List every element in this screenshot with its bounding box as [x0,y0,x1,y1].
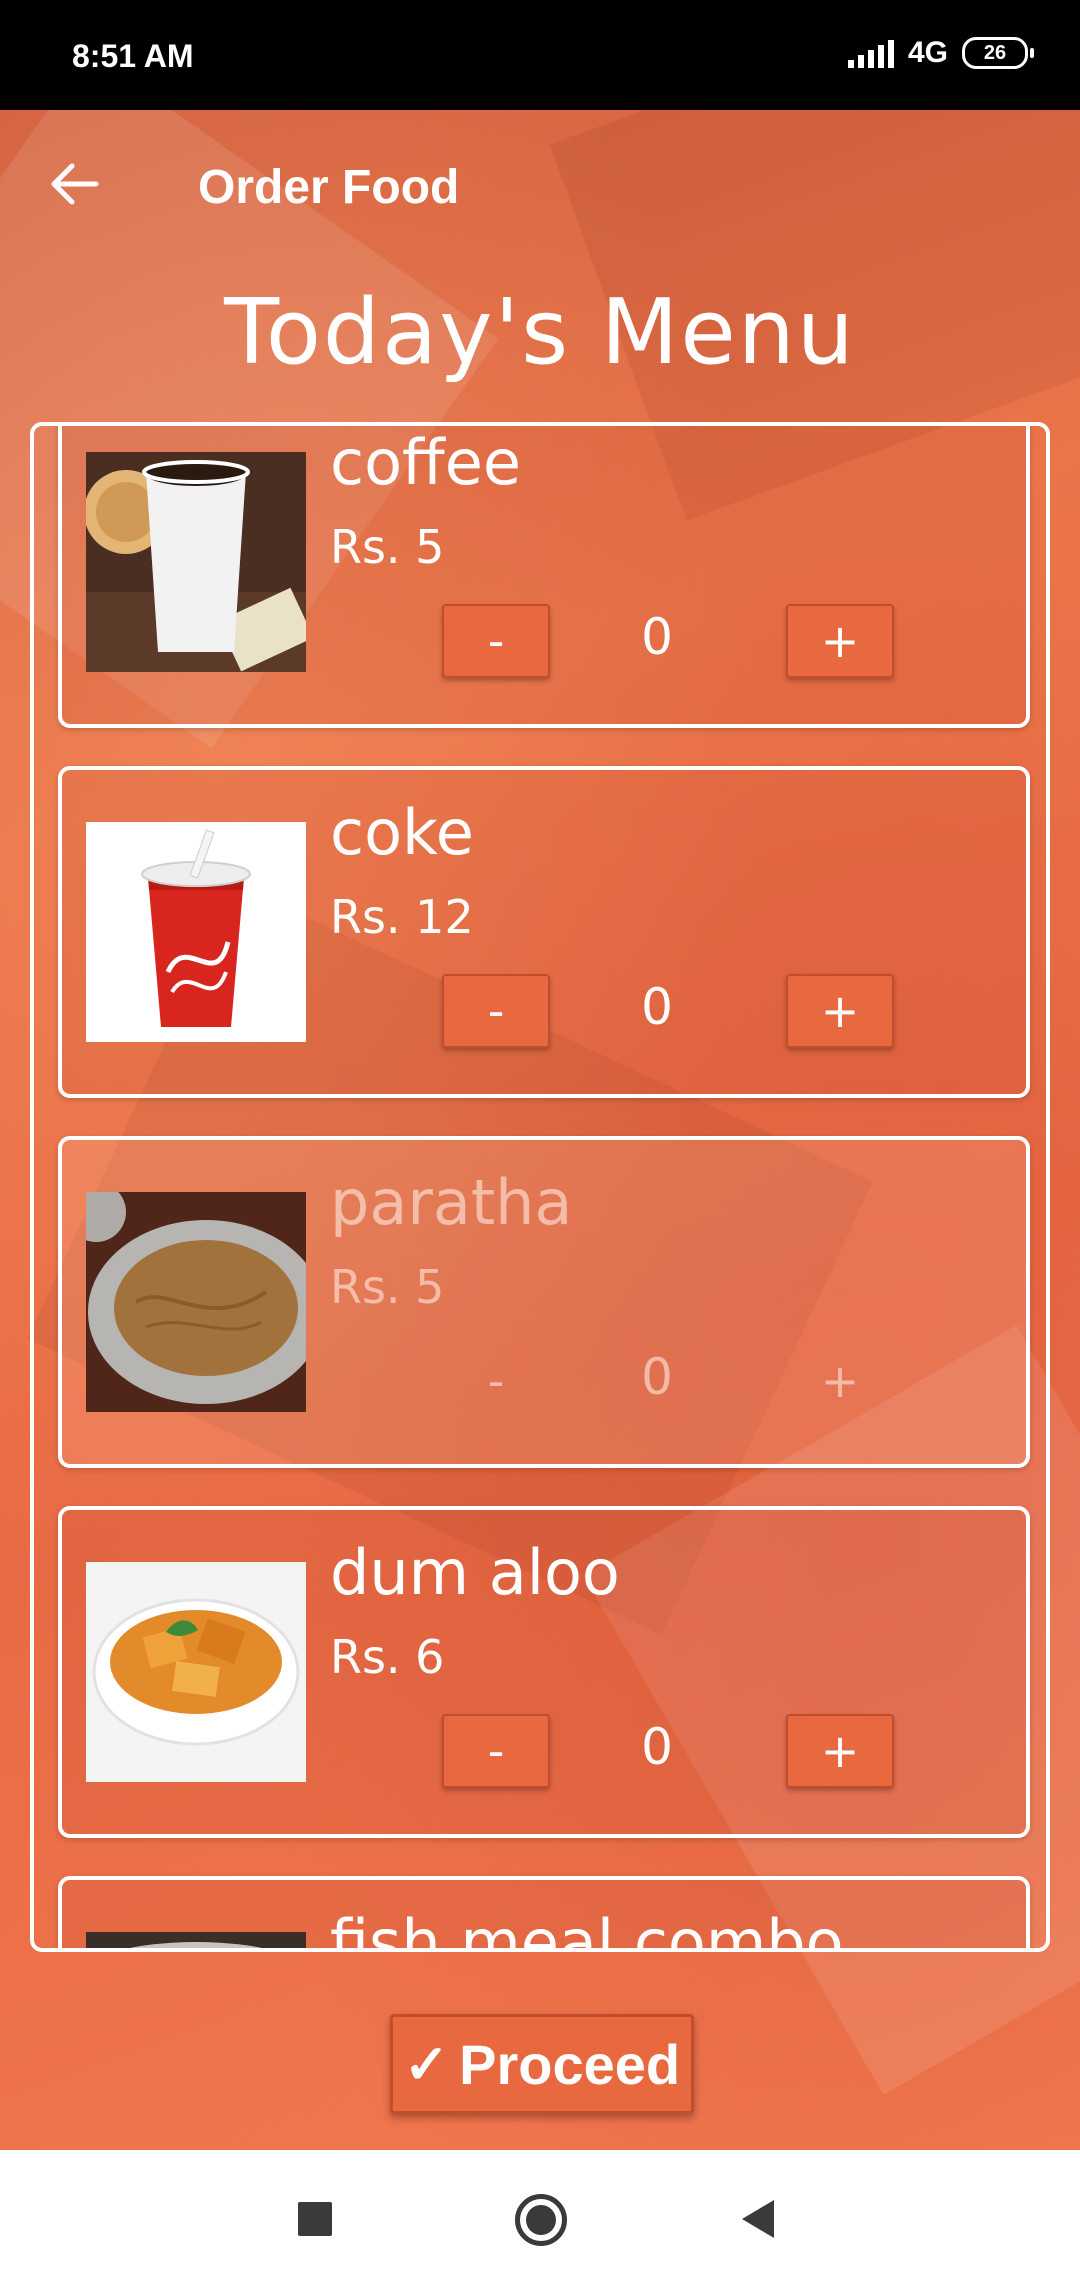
item-name: dum aloo [330,1536,620,1609]
fish-meal-combo-image [86,1932,306,1948]
network-type: 4G [907,36,948,69]
coffee-image [86,452,306,672]
circle-icon[interactable] [515,2194,567,2246]
item-price: Rs. 12 [330,890,474,944]
quantity-value: 0 [641,608,673,666]
decrease-quantity-button[interactable]: - [442,604,550,678]
check-icon: ✓ [403,2034,450,2095]
toolbar: Order Food [0,110,1080,260]
menu-item-coffee: coffee Rs. 5 - 0 + [58,426,1030,728]
signal-icon [847,38,894,68]
quantity-value: 0 [641,1348,673,1406]
decrease-quantity-button[interactable]: - [442,1344,550,1418]
menu-list[interactable]: coffee Rs. 5 - 0 + coke Rs. 12 - 0 + par… [30,422,1050,1952]
triangle-back-icon[interactable] [742,2200,774,2238]
item-price: Rs. 6 [330,1630,445,1684]
increase-quantity-button[interactable]: + [786,604,894,678]
proceed-button[interactable]: ✓ Proceed [390,2014,694,2114]
quantity-value: 0 [641,978,673,1036]
item-name: coffee [330,426,522,499]
dum-aloo-image [86,1562,306,1782]
status-icons: 4G 26 [847,36,1034,70]
quantity-value: 0 [641,1718,673,1776]
page-title: Today's Menu [224,280,856,385]
status-bar: 8:51 AM 4G 26 [0,0,1080,110]
menu-item-dum-aloo: dum aloo Rs. 6 - 0 + [58,1506,1030,1838]
increase-quantity-button[interactable]: + [786,1344,894,1418]
navigation-bar [0,2150,1080,2280]
item-price: Rs. 5 [330,520,445,574]
coke-image [86,822,306,1042]
battery-icon: 26 [962,37,1034,69]
app-content: Order Food Today's Menu coffee Rs. 5 - 0… [0,110,1080,2150]
proceed-label: Proceed [459,2032,681,2096]
item-name: fish meal combo [330,1906,844,1952]
increase-quantity-button[interactable]: + [786,1714,894,1788]
paratha-image [86,1192,306,1412]
menu-item-paratha: paratha Rs. 5 - 0 + [58,1136,1030,1468]
toolbar-title: Order Food [198,161,460,214]
increase-quantity-button[interactable]: + [786,974,894,1048]
menu-item-coke: coke Rs. 12 - 0 + [58,766,1030,1098]
arrow-left-icon[interactable] [50,162,100,206]
menu-item-fish-meal-combo: fish meal combo [58,1876,1030,1952]
decrease-quantity-button[interactable]: - [442,974,550,1048]
battery-level: 26 [983,41,1007,64]
item-price: Rs. 5 [330,1260,445,1314]
square-icon[interactable] [298,2202,332,2236]
item-name: coke [330,796,474,869]
decrease-quantity-button[interactable]: - [442,1714,550,1788]
item-name: paratha [330,1166,573,1239]
status-time: 8:51 AM [72,38,194,74]
